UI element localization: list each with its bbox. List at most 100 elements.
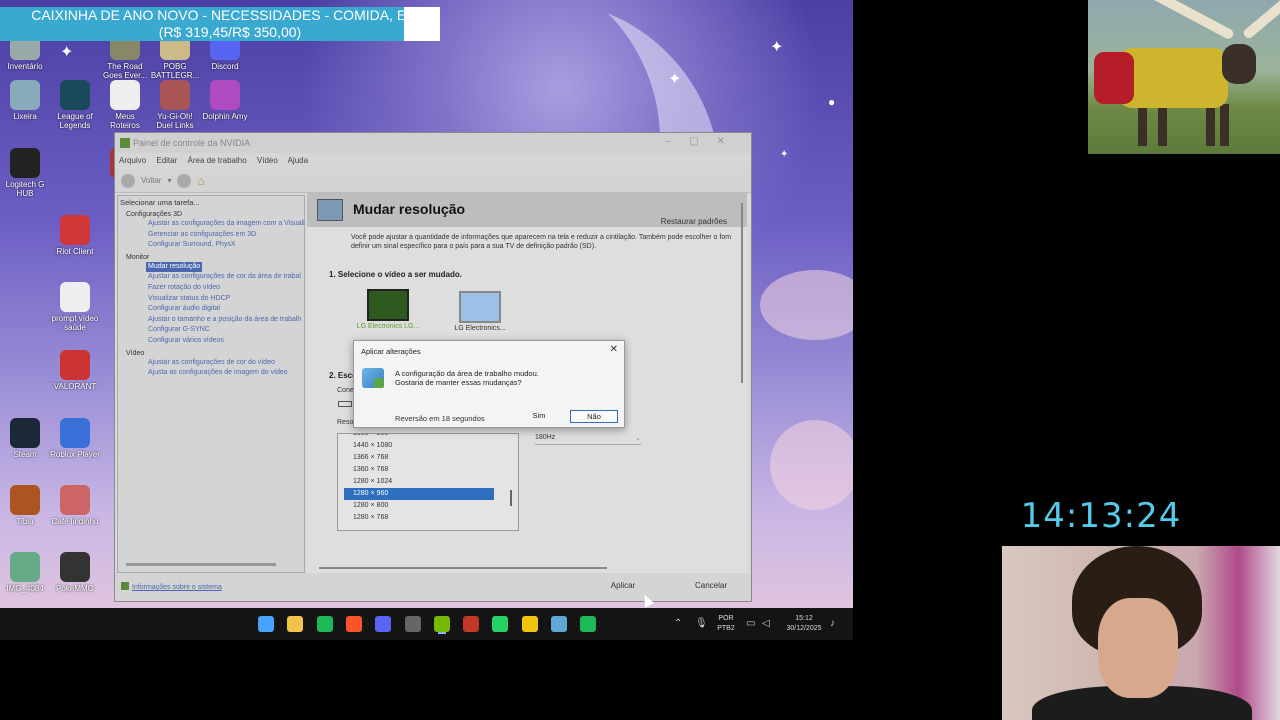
bull-leg bbox=[1158, 104, 1167, 146]
restore-defaults-link[interactable]: Restaurar padrões bbox=[661, 217, 727, 226]
desktop-icon[interactable]: VALORANT bbox=[50, 350, 100, 391]
tree-item-digital-audio[interactable]: Configurar áudio digital bbox=[148, 304, 302, 315]
whatsapp-icon[interactable] bbox=[492, 616, 509, 632]
desktop-icon[interactable]: League of Legends bbox=[50, 80, 100, 130]
desktop-icon[interactable]: Riot Client bbox=[50, 215, 100, 256]
refresh-rate-select[interactable]: 180Hz ⌄ bbox=[535, 434, 641, 445]
chevron-up-icon[interactable]: ⌃ bbox=[674, 618, 682, 629]
language-indicator[interactable]: POR PTB2 bbox=[712, 614, 740, 634]
tree-group-3d[interactable]: Configurações 3D bbox=[126, 211, 302, 218]
menu-ajuda[interactable]: Ajuda bbox=[288, 156, 308, 165]
tree-item-image-settings[interactable]: Ajustar as configurações da imagem com a… bbox=[148, 219, 305, 230]
spotify-2-icon[interactable] bbox=[580, 616, 597, 632]
cancel-button[interactable]: Cancelar bbox=[681, 577, 741, 595]
resolution-option[interactable]: 1440 × 1080 bbox=[338, 440, 518, 452]
bull-leg bbox=[1220, 104, 1229, 146]
notification-bell-icon[interactable]: ♪ bbox=[830, 618, 835, 629]
desktop-icon[interactable]: Steam bbox=[0, 418, 50, 459]
windows-start-icon[interactable] bbox=[258, 616, 274, 632]
tree-group-video[interactable]: Vídeo bbox=[126, 350, 302, 357]
clock-tray[interactable]: 15:12 30/12/2025 bbox=[778, 614, 830, 634]
resolution-option[interactable]: 1280 × 1024 bbox=[338, 476, 518, 488]
desktop-icon[interactable]: PokeMMO bbox=[50, 552, 100, 593]
yes-button[interactable]: Sim bbox=[518, 410, 560, 423]
resolution-option[interactable]: 1600 × 900 bbox=[338, 434, 518, 440]
menu-editar[interactable]: Editar bbox=[156, 156, 177, 165]
app-icon bbox=[60, 418, 90, 448]
resolution-option[interactable]: 1360 × 768 bbox=[338, 464, 518, 476]
horizontal-scrollbar[interactable] bbox=[126, 563, 276, 566]
menu-arquivo[interactable]: Arquivo bbox=[119, 156, 146, 165]
info-icon bbox=[121, 582, 129, 590]
resolution-option[interactable]: 1280 × 800 bbox=[338, 500, 518, 512]
tree-item-size-position[interactable]: Ajustar o tamanho e a posição da área de… bbox=[148, 315, 302, 326]
app-icon bbox=[110, 80, 140, 110]
no-button[interactable]: Não bbox=[570, 410, 618, 423]
dropdown-icon[interactable]: ▾ bbox=[167, 176, 171, 185]
app-icon bbox=[60, 80, 90, 110]
resolution-option[interactable]: 1280 × 960 bbox=[344, 488, 494, 500]
tree-item-hdcp-status[interactable]: Visualizar status do HDCP bbox=[148, 294, 302, 305]
menu-video[interactable]: Vídeo bbox=[257, 156, 278, 165]
desktop-icon[interactable]: Tibia bbox=[0, 485, 50, 526]
keyboard-layout: PTB2 bbox=[717, 625, 735, 632]
tree-item-gsync[interactable]: Configurar G-SYNC bbox=[148, 325, 302, 336]
desktop-icon[interactable]: Lixeira bbox=[0, 80, 50, 121]
nvidia-panel-icon[interactable] bbox=[433, 616, 450, 632]
tree-item-color-settings[interactable]: Ajustar as configurações de cor da área … bbox=[148, 272, 302, 283]
microphone-icon[interactable]: 🎙 bbox=[695, 618, 708, 629]
cloud-decoration bbox=[770, 420, 853, 510]
vertical-scrollbar[interactable] bbox=[741, 203, 743, 383]
shield-app-icon[interactable] bbox=[463, 616, 480, 632]
discord-icon[interactable] bbox=[375, 616, 392, 632]
back-button-label[interactable]: Voltar bbox=[141, 176, 161, 185]
tree-item-rotate-display[interactable]: Fazer rotação do vídeo bbox=[148, 283, 302, 294]
tree-item-manage-3d[interactable]: Gerenciar as configurações em 3D bbox=[148, 230, 302, 241]
resolution-option[interactable]: 1280 × 768 bbox=[338, 512, 518, 524]
list-scrollbar-thumb[interactable] bbox=[510, 490, 512, 506]
back-arrow-icon[interactable] bbox=[121, 173, 135, 188]
tree-item-video-color[interactable]: Ajustar as configurações de cor do vídeo bbox=[148, 358, 302, 369]
network-icon[interactable]: ▭ bbox=[746, 618, 755, 629]
steam-icon[interactable] bbox=[551, 616, 567, 632]
resolution-list[interactable]: 1600 × 900 1440 × 1080 1366 × 768 1360 × 76… bbox=[337, 433, 519, 531]
desktop-icon[interactable]: Logitech G HUB bbox=[0, 148, 50, 198]
monitor-option-1[interactable]: LG Electronics LG... bbox=[353, 289, 423, 330]
bull-horn bbox=[1241, 0, 1280, 41]
desktop-icon[interactable]: Yu-Gi-Oh! Duel Links bbox=[150, 80, 200, 130]
tree-item-surround-physx[interactable]: Configurar Surround, PhysX bbox=[148, 240, 302, 251]
horizontal-scrollbar[interactable] bbox=[319, 567, 607, 569]
app-icon bbox=[60, 485, 90, 515]
obs-icon[interactable] bbox=[404, 616, 421, 632]
spotify-icon[interactable] bbox=[316, 616, 333, 632]
tree-group-monitor[interactable]: Monitor bbox=[126, 254, 302, 261]
page-title: Mudar resolução bbox=[353, 201, 466, 217]
apply-button[interactable]: Aplicar bbox=[595, 577, 651, 595]
desktop-icon[interactable]: Roblox Player bbox=[50, 418, 100, 459]
desktop-icon[interactable]: Meus Roteiros bbox=[100, 80, 150, 130]
brave-icon[interactable] bbox=[345, 616, 362, 632]
tree-item-video-image[interactable]: Ajusta as configurações de imagem do víd… bbox=[148, 368, 302, 379]
desktop-icon-label: Cafe lindinho bbox=[51, 517, 99, 526]
desktop-icon[interactable]: IMG_4084 bbox=[0, 552, 50, 593]
menu-area-de-trabalho[interactable]: Área de trabalho bbox=[188, 156, 247, 165]
system-info-link[interactable]: Informações sobre o sistema bbox=[121, 582, 222, 591]
resolution-option[interactable]: 1366 × 768 bbox=[338, 452, 518, 464]
tree-item-change-resolution[interactable]: Mudar resolução bbox=[146, 261, 203, 273]
tree-item-multiple-displays[interactable]: Configurar vários vídeos bbox=[148, 336, 302, 347]
desktop-icon[interactable]: Cafe lindinho bbox=[50, 485, 100, 526]
pencil-app-icon[interactable] bbox=[521, 616, 538, 632]
desktop-icon[interactable]: prompt vídeo saúde bbox=[50, 282, 100, 332]
monitor-option-2[interactable]: LG Electronics... bbox=[445, 291, 515, 332]
home-icon[interactable]: ⌂ bbox=[197, 174, 204, 188]
dialog-title: Aplicar alterações bbox=[361, 347, 421, 356]
star-decoration: ✦ bbox=[780, 149, 789, 160]
desktop-icon-label: prompt vídeo saúde bbox=[51, 314, 99, 332]
desktop-icon[interactable]: Dolphin Amy bbox=[200, 80, 250, 121]
window-controls[interactable]: –▢✕ bbox=[666, 136, 743, 147]
forward-arrow-icon[interactable] bbox=[177, 173, 192, 188]
file-explorer-icon[interactable] bbox=[287, 616, 304, 632]
volume-icon[interactable]: ◁ bbox=[762, 618, 770, 629]
close-icon[interactable]: ✕ bbox=[610, 344, 618, 355]
monitor-icon bbox=[367, 289, 409, 321]
